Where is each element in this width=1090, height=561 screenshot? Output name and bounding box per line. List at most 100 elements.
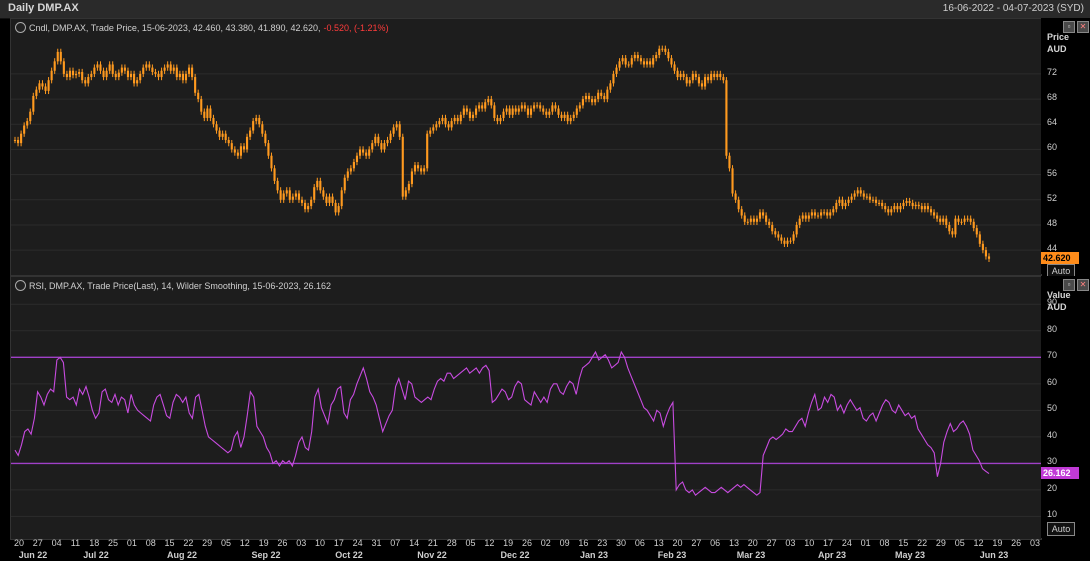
- candle-body: [734, 193, 737, 200]
- candle-body: [871, 199, 875, 201]
- candle-body: [99, 64, 102, 71]
- x-day-label: 09: [559, 538, 570, 548]
- restore-icon[interactable]: ▫: [1063, 21, 1075, 33]
- candle-body: [157, 73, 160, 78]
- x-day-label: 14: [409, 538, 420, 548]
- candle-body: [194, 77, 197, 93]
- candle-body: [737, 199, 740, 210]
- candle-body: [810, 212, 813, 216]
- candle-body: [47, 80, 50, 91]
- candle-body: [587, 95, 591, 100]
- candle-body: [496, 117, 499, 122]
- candle-body: [923, 206, 926, 210]
- candle-body: [963, 218, 966, 222]
- candle-body: [722, 77, 725, 81]
- candle-body: [939, 218, 942, 222]
- candle-body: [591, 99, 594, 103]
- candle-body: [26, 121, 29, 126]
- candle-body: [380, 143, 383, 150]
- candle-body: [667, 51, 670, 59]
- candle-body: [282, 193, 285, 200]
- rsi-auto-button[interactable]: Auto: [1047, 522, 1075, 536]
- candle-body: [911, 202, 914, 207]
- candle-body: [697, 77, 701, 84]
- legend-marker-icon[interactable]: [15, 280, 26, 291]
- candle-body: [20, 133, 23, 144]
- candle-body: [798, 218, 801, 225]
- x-day-label: 03: [296, 538, 307, 548]
- x-day-label: 03: [1029, 538, 1041, 548]
- x-day-label: 17: [333, 538, 344, 548]
- x-day-label: 30: [616, 538, 627, 548]
- candle-body: [258, 117, 261, 125]
- candle-body: [691, 73, 694, 81]
- candle-body: [392, 127, 395, 134]
- candle-body: [905, 201, 908, 203]
- candle-body: [471, 114, 475, 118]
- candle-body: [688, 80, 691, 84]
- candle-body: [44, 86, 47, 91]
- candle-body: [761, 212, 765, 216]
- candle-body: [181, 73, 184, 81]
- candle-body: [252, 121, 255, 131]
- candle-body: [468, 111, 472, 118]
- candle-body: [401, 136, 404, 197]
- candle-body: [499, 117, 502, 122]
- candle-body: [291, 196, 294, 200]
- x-day-label: 08: [145, 538, 156, 548]
- candle-body: [68, 70, 72, 78]
- candle-body: [652, 58, 655, 65]
- x-month-label: Nov 22: [417, 550, 447, 560]
- x-day-label: 21: [427, 538, 438, 548]
- candle-body: [197, 92, 200, 100]
- rsi-tick-label: 40: [1047, 429, 1058, 440]
- candle-body: [191, 67, 194, 78]
- candle-body: [725, 80, 728, 156]
- candle-body: [954, 218, 957, 235]
- candle-body: [139, 73, 142, 81]
- x-day-label: 15: [898, 538, 909, 548]
- legend-marker-icon[interactable]: [15, 22, 26, 33]
- candle-body: [148, 64, 151, 68]
- candle-body: [649, 61, 652, 65]
- x-day-label: 26: [1011, 538, 1022, 548]
- candle-body: [23, 125, 26, 134]
- rsi-tick-label: 50: [1047, 403, 1058, 414]
- candle-body: [227, 139, 230, 144]
- candle-body: [328, 196, 331, 203]
- x-day-label: 05: [954, 538, 965, 548]
- candle-body: [255, 117, 258, 122]
- candle-body: [539, 105, 542, 109]
- candle-body: [279, 190, 282, 200]
- candle-body: [532, 105, 536, 109]
- x-day-label: 27: [691, 538, 702, 548]
- candle-body: [945, 218, 948, 225]
- x-day-label: 22: [917, 538, 928, 548]
- candle-body: [429, 130, 432, 134]
- candle-body: [771, 224, 774, 232]
- candle-body: [270, 155, 273, 169]
- candle-body: [166, 64, 169, 68]
- candle-body: [670, 58, 673, 65]
- candle-body: [221, 133, 224, 137]
- candle-body: [609, 83, 612, 90]
- close-icon[interactable]: ✕: [1077, 279, 1089, 291]
- candle-body: [826, 212, 829, 216]
- candle-body: [154, 72, 157, 74]
- candle-body: [755, 218, 759, 222]
- x-day-label: 06: [710, 538, 721, 548]
- candle-body: [511, 108, 514, 115]
- price-tick-label: 56: [1047, 167, 1058, 178]
- candle-body: [386, 139, 389, 144]
- candle-body: [481, 105, 484, 109]
- close-icon[interactable]: ✕: [1077, 21, 1089, 33]
- candle-body: [371, 143, 374, 150]
- candle-body: [966, 218, 969, 220]
- candle-body: [276, 180, 279, 191]
- candle-body: [917, 204, 920, 207]
- x-day-label: 31: [371, 538, 382, 548]
- restore-icon[interactable]: ▫: [1063, 279, 1075, 291]
- candle-body: [936, 215, 939, 219]
- candle-body: [435, 124, 438, 128]
- candle-body: [801, 215, 804, 219]
